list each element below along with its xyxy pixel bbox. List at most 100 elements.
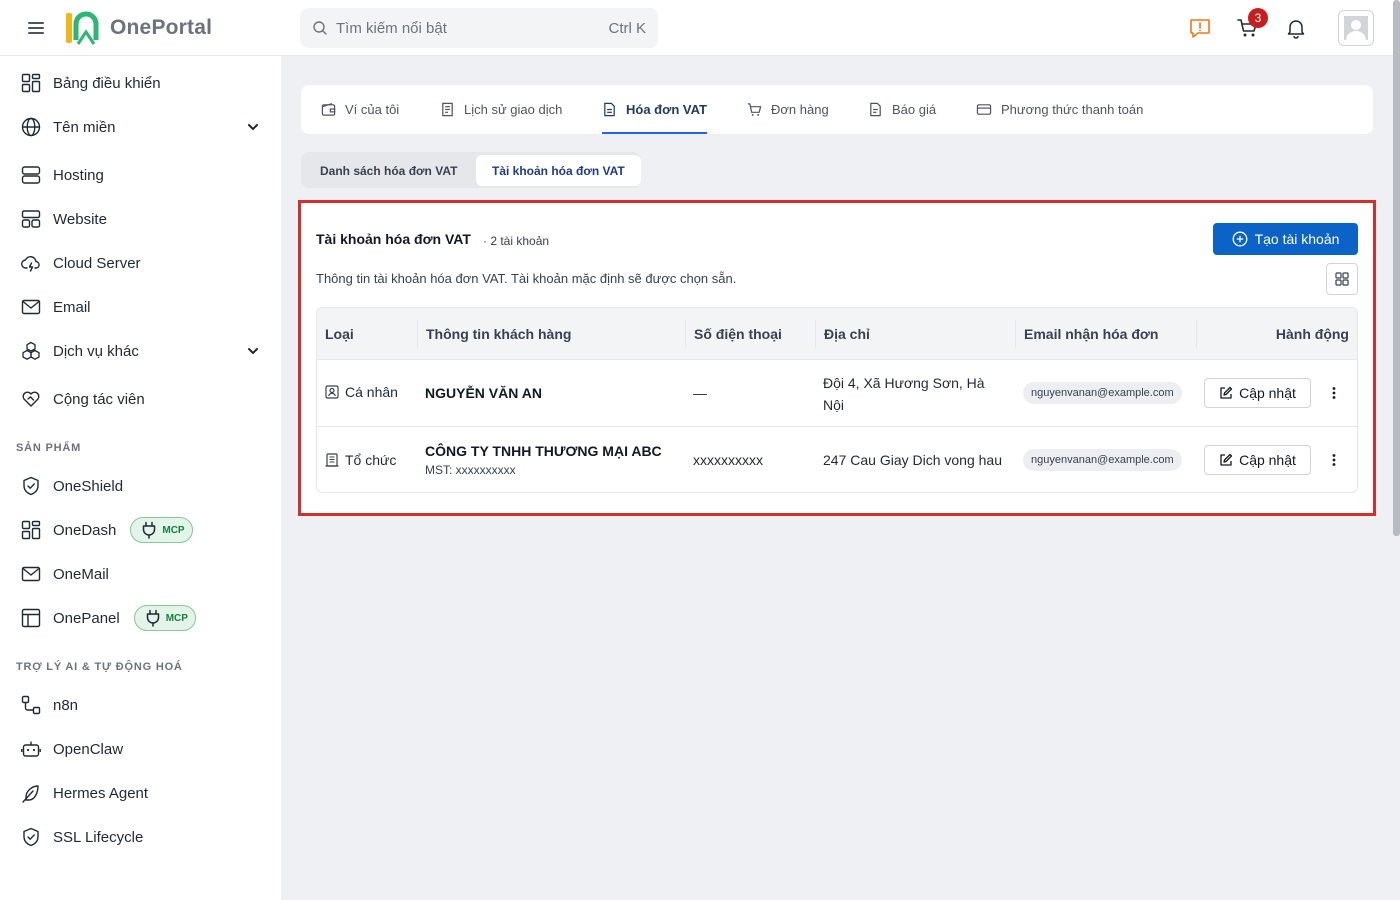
tab-payment-methods[interactable]: Phương thức thanh toán [976, 85, 1143, 134]
account-count: · 2 tài khoản [483, 234, 550, 248]
column-header-address: Địa chỉ [815, 320, 870, 348]
sidebar-item-n8n[interactable]: n8n [0, 685, 281, 725]
sidebar-item-domains[interactable]: Tên miền [0, 107, 281, 147]
column-header-email: Email nhận hóa đơn [1015, 320, 1158, 348]
table-row: Tổ chức CÔNG TY TNHH THƯƠNG MẠI ABC MST:… [317, 428, 1357, 492]
sidebar-item-label: OpenClaw [53, 740, 124, 758]
cubes-icon [22, 341, 40, 360]
address-value: Đội 4, Xã Hương Sơn, Hà Nội [823, 375, 985, 413]
cart-icon [747, 103, 762, 116]
receipt-icon [442, 102, 453, 117]
scrollbar[interactable] [1393, 0, 1400, 536]
menu-icon[interactable] [26, 18, 48, 38]
type-cell: Cá nhân [325, 384, 398, 400]
sidebar-item-email[interactable]: Email [0, 287, 281, 327]
search-input[interactable] [336, 19, 586, 37]
tab-vat-invoice[interactable]: Hóa đơn VAT [602, 85, 707, 134]
grid-view-button[interactable] [1326, 263, 1358, 295]
tab-wallet[interactable]: Ví của tôi [321, 85, 399, 134]
tax-code: MST: xxxxxxxxxx [425, 463, 516, 477]
create-account-button[interactable]: Tạo tài khoản [1213, 223, 1358, 255]
search-box[interactable]: Ctrl K [300, 8, 658, 48]
column-header-customer: Thông tin khách hàng [417, 320, 571, 348]
tab-label: Báo giá [892, 102, 937, 117]
edit-icon [1220, 453, 1233, 466]
grid-icon [1335, 272, 1349, 286]
table-row: Cá nhân NGUYỄN VĂN AN — Đội 4, Xã Hương … [317, 360, 1357, 427]
tab-transaction-history[interactable]: Lịch sử giao dịch [440, 85, 562, 134]
customer-info: CÔNG TY TNHH THƯƠNG MẠI ABC MST: xxxxxxx… [425, 443, 662, 477]
sidebar-item-label: Hosting [53, 166, 104, 184]
panel-layout-icon [21, 608, 41, 628]
vat-subtabs: Danh sách hóa đơn VAT Tài khoản hóa đơn … [301, 152, 641, 188]
panel-title: Tài khoản hóa đơn VAT [316, 231, 471, 247]
update-button[interactable]: Cập nhật [1204, 445, 1311, 475]
sidebar-item-onedash[interactable]: OneDash MCP [0, 510, 281, 550]
tab-orders[interactable]: Đơn hàng [747, 85, 829, 134]
feedback-icon[interactable] [1188, 16, 1212, 40]
chevron-down-icon [248, 124, 258, 130]
quote-document-icon [870, 102, 881, 117]
heart-handshake-icon [22, 391, 40, 407]
update-label: Cập nhật [1239, 452, 1296, 468]
tab-label: Hóa đơn VAT [626, 102, 707, 117]
more-options-icon[interactable] [1324, 381, 1344, 405]
type-label: Cá nhân [345, 384, 398, 400]
type-label: Tổ chức [345, 452, 397, 468]
sidebar-item-dashboard[interactable]: Bảng điều khiển [0, 63, 281, 103]
section-title-ai: TRỢ LÝ AI & TỰ ĐỘNG HOÁ [16, 661, 183, 673]
logo-mark-icon [66, 11, 99, 45]
sidebar-item-hosting[interactable]: Hosting [0, 155, 281, 195]
subtab-vat-accounts[interactable]: Tài khoản hóa đơn VAT [476, 155, 641, 186]
email-chip: nguyenvanan@example.com [1023, 382, 1182, 404]
sidebar-item-onepanel[interactable]: OnePanel MCP [0, 598, 281, 638]
type-cell: Tổ chức [325, 452, 396, 468]
subtab-vat-invoice-list[interactable]: Danh sách hóa đơn VAT [304, 155, 473, 186]
workflow-icon [21, 695, 41, 715]
bell-icon[interactable] [1284, 16, 1308, 40]
bot-icon [21, 741, 41, 757]
phone-value: — [693, 385, 707, 401]
sidebar-item-cloud-server[interactable]: Cloud Server [0, 243, 281, 283]
tab-quotes[interactable]: Báo giá [868, 85, 936, 134]
chevron-down-icon [248, 348, 258, 354]
update-button[interactable]: Cập nhật [1204, 378, 1311, 408]
search-shortcut: Ctrl K [608, 19, 647, 37]
sidebar-item-label: Bảng điều khiển [53, 74, 161, 92]
shield-check-icon [23, 827, 39, 847]
sidebar-item-openclaw[interactable]: OpenClaw [0, 729, 281, 769]
billing-tabs: Ví của tôi Lịch sử giao dịch Hóa đơn VAT… [301, 85, 1373, 134]
table-header: Loại Thông tin khách hàng Số điện thoại … [317, 308, 1357, 360]
sidebar-item-oneshield[interactable]: OneShield [0, 466, 281, 506]
sidebar-item-other-services[interactable]: Dịch vụ khác [0, 331, 281, 371]
email-cell: nguyenvanan@example.com [1023, 449, 1182, 471]
column-header-type: Loại [325, 326, 354, 342]
sidebar-item-website[interactable]: Website [0, 199, 281, 239]
sidebar-item-ssl-lifecycle[interactable]: SSL Lifecycle [0, 817, 281, 857]
email-chip: nguyenvanan@example.com [1023, 449, 1182, 471]
mcp-badge: MCP [133, 605, 196, 631]
dashboard-icon [21, 73, 41, 93]
tab-label: Lịch sử giao dịch [464, 102, 563, 117]
more-options-icon[interactable] [1324, 448, 1344, 472]
sidebar-item-label: SSL Lifecycle [53, 828, 144, 846]
panel-description: Thông tin tài khoản hóa đơn VAT. Tài kho… [316, 271, 737, 286]
sidebar-item-label: Cloud Server [53, 254, 141, 272]
server-icon [21, 166, 41, 184]
app-logo[interactable]: OnePortal [64, 10, 212, 46]
tab-label: Ví của tôi [345, 102, 400, 117]
cart-count-badge: 3 [1248, 8, 1268, 28]
sidebar-item-hermes-agent[interactable]: Hermes Agent [0, 773, 281, 813]
plug-icon [143, 521, 156, 539]
tab-label: Phương thức thanh toán [1001, 102, 1144, 117]
sidebar-item-onemail[interactable]: OneMail [0, 554, 281, 594]
sidebar-item-label: OneShield [53, 477, 124, 495]
sidebar-item-label: Hermes Agent [53, 784, 149, 802]
sidebar-item-label: Tên miền [53, 118, 116, 136]
sidebar-item-label: Website [53, 210, 107, 228]
credit-card-icon [976, 104, 992, 115]
sidebar-item-affiliates[interactable]: Cộng tác viên [0, 379, 281, 419]
avatar[interactable] [1338, 10, 1374, 46]
app-name: OnePortal [110, 16, 213, 39]
mcp-badge-label: MCP [165, 612, 188, 624]
